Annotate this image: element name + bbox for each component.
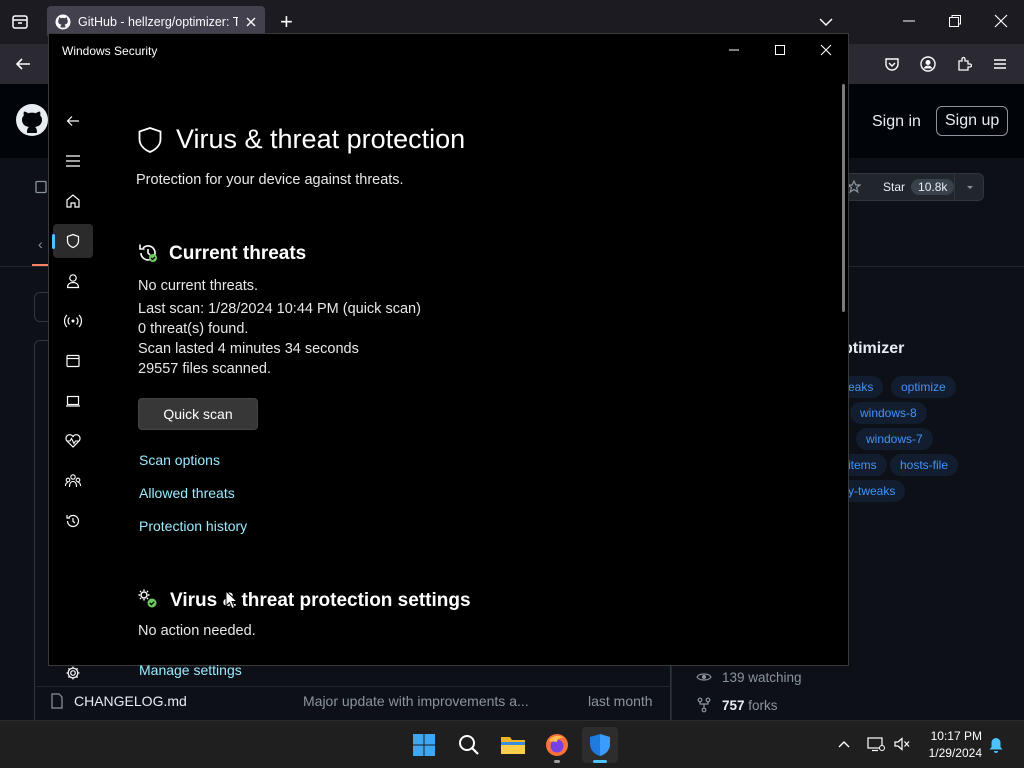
threats-found-text: 0 threat(s) found. — [138, 321, 249, 337]
star-label: Star — [883, 180, 906, 194]
star-icon — [847, 180, 861, 194]
windows-security-taskbar-icon[interactable] — [582, 727, 618, 763]
search-icon[interactable] — [451, 727, 487, 763]
settings-gears-icon — [137, 588, 159, 610]
new-tab-button[interactable]: + — [280, 10, 293, 34]
show-hidden-icons-chevron-icon[interactable] — [837, 738, 851, 752]
star-count: 10.8k — [911, 179, 955, 195]
minimize-window-icon[interactable] — [902, 14, 916, 28]
watching-stat[interactable]: 139 watching — [696, 669, 802, 685]
files-scanned-text: 29557 files scanned. — [138, 361, 272, 377]
topic-tag[interactable]: windows-7 — [856, 428, 933, 450]
security-content: Virus & threat protection Protection for… — [136, 66, 827, 678]
network-status-icon[interactable] — [867, 736, 885, 752]
star-dropdown-icon[interactable] — [954, 173, 975, 201]
github-logo-icon[interactable] — [16, 104, 48, 136]
clock-date[interactable]: 1/29/2024 — [918, 746, 982, 760]
nav-selection-indicator — [52, 234, 55, 249]
nav-settings-gear-icon[interactable] — [53, 656, 93, 690]
forks-stat[interactable]: 757 forks — [696, 697, 778, 713]
nav-family-icon[interactable] — [53, 464, 93, 498]
nav-app-browser-icon[interactable] — [53, 344, 93, 378]
allowed-threats-link[interactable]: Allowed threats — [139, 485, 235, 501]
start-windows-icon[interactable] — [406, 727, 442, 763]
chevron-left-icon[interactable]: ‹ — [38, 236, 43, 252]
settings-heading: Virus & threat protection settings — [170, 590, 471, 611]
nav-shield-icon[interactable] — [53, 224, 93, 258]
clock-time[interactable]: 10:17 PM — [922, 729, 982, 743]
windows-security-window: Windows Security Virus & threat protecti… — [48, 33, 849, 680]
tab-close-icon[interactable] — [245, 16, 257, 28]
mouse-cursor-icon — [225, 590, 239, 610]
taskbar: 10:17 PM 1/29/2024 — [0, 720, 1024, 768]
forks-label: forks — [748, 697, 778, 713]
window-titlebar[interactable]: Windows Security — [49, 34, 848, 66]
quick-scan-button[interactable]: Quick scan — [138, 398, 258, 430]
protection-history-link[interactable]: Protection history — [139, 518, 247, 534]
tab-overflow-chevron-icon[interactable] — [818, 14, 834, 30]
sign-up-button[interactable]: Sign up — [936, 106, 1009, 136]
github-favicon-icon — [55, 14, 71, 30]
page-subtitle: Protection for your device against threa… — [136, 172, 404, 188]
nav-history-icon[interactable] — [53, 504, 93, 538]
commit-time: last month — [588, 693, 653, 709]
sign-in-link[interactable]: Sign in — [872, 113, 921, 131]
topic-tag[interactable]: optimize — [891, 376, 956, 398]
current-threats-icon — [137, 242, 159, 264]
settings-status-text: No action needed. — [138, 623, 256, 639]
forks-count: 757 — [722, 697, 745, 713]
eye-icon — [696, 669, 712, 685]
account-icon[interactable] — [920, 56, 936, 72]
pocket-icon[interactable] — [884, 56, 900, 72]
about-repo-title: ptimizer — [843, 340, 905, 357]
file-icon — [50, 693, 64, 709]
repo-icon — [34, 180, 48, 194]
maximize-icon[interactable] — [773, 43, 787, 57]
star-button[interactable]: Star 10.8k — [836, 173, 984, 201]
nav-account-icon[interactable] — [53, 264, 93, 298]
nav-device-security-icon[interactable] — [53, 384, 93, 418]
nav-health-icon[interactable] — [53, 424, 93, 458]
page-shield-icon — [137, 126, 163, 154]
nav-back-arrow-icon[interactable] — [53, 104, 93, 138]
minimize-icon[interactable] — [727, 43, 741, 57]
threat-status-text: No current threats. — [138, 278, 259, 294]
extensions-icon[interactable] — [956, 56, 972, 72]
active-indicator — [593, 760, 607, 763]
fork-icon — [696, 697, 712, 713]
watching-count: 139 watching — [722, 669, 802, 685]
firefox-icon[interactable] — [539, 727, 575, 763]
file-explorer-icon[interactable] — [495, 727, 531, 763]
page-title: Virus & threat protection — [176, 124, 466, 154]
topic-tag[interactable]: hosts-file — [890, 454, 959, 476]
commit-message[interactable]: Major update with improvements a... — [303, 693, 588, 709]
nav-network-icon[interactable] — [53, 304, 93, 338]
scan-duration-text: Scan lasted 4 minutes 34 seconds — [138, 341, 359, 357]
security-nav-rail — [49, 66, 97, 680]
last-scan-text: Last scan: 1/28/2024 10:44 PM (quick sca… — [138, 301, 421, 317]
current-threats-heading: Current threats — [169, 243, 307, 264]
content-scrollbar[interactable] — [842, 84, 845, 312]
close-icon[interactable] — [819, 43, 833, 57]
topic-tag[interactable]: windows-8 — [850, 402, 927, 424]
running-indicator — [554, 760, 560, 763]
notification-bell-icon[interactable] — [988, 736, 1004, 754]
restore-window-icon[interactable] — [948, 14, 962, 28]
file-row[interactable]: CHANGELOG.md Major update with improveme… — [34, 687, 671, 715]
back-arrow-icon[interactable] — [14, 55, 32, 73]
window-title: Windows Security — [62, 44, 158, 58]
tab-list-icon[interactable] — [10, 12, 30, 32]
manage-settings-link[interactable]: Manage settings — [139, 662, 242, 678]
file-name-link[interactable]: CHANGELOG.md — [74, 693, 303, 709]
sidebar-divider — [671, 666, 672, 720]
nav-home-icon[interactable] — [53, 184, 93, 218]
volume-muted-icon[interactable] — [893, 736, 911, 752]
close-window-icon[interactable] — [994, 14, 1008, 28]
nav-menu-icon[interactable] — [53, 144, 93, 178]
menu-hamburger-icon[interactable] — [992, 56, 1008, 72]
tab-title: GitHub - hellzerg/optimizer: Th — [78, 15, 238, 29]
scan-options-link[interactable]: Scan options — [139, 452, 220, 468]
